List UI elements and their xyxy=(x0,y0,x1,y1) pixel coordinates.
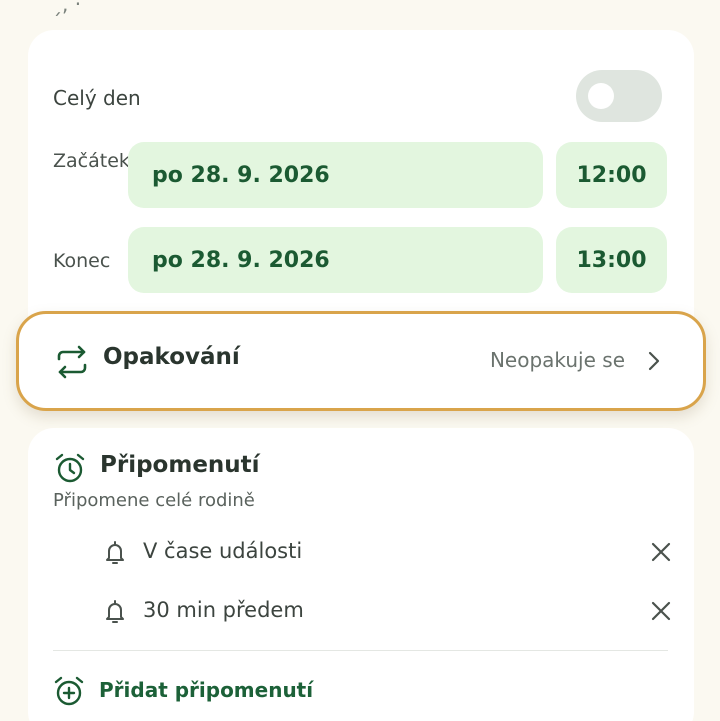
divider xyxy=(53,650,668,651)
start-date-button[interactable]: po 28. 9. 2026 xyxy=(128,142,543,208)
repeat-icon xyxy=(57,345,87,379)
end-date-button[interactable]: po 28. 9. 2026 xyxy=(128,227,543,293)
bell-icon xyxy=(106,600,124,623)
alarm-clock-icon xyxy=(55,453,85,483)
start-label: Začátek xyxy=(53,150,130,172)
bell-icon xyxy=(106,541,124,564)
all-day-label: Celý den xyxy=(53,86,141,110)
reminder-label: V čase události xyxy=(143,539,303,563)
all-day-toggle[interactable] xyxy=(576,70,662,122)
end-label: Konec xyxy=(53,250,111,272)
reminder-label: 30 min předem xyxy=(143,598,304,622)
repeat-title: Opakování xyxy=(103,344,240,370)
alarm-add-icon[interactable] xyxy=(54,675,84,707)
repeat-value: Neopakuje se xyxy=(489,348,625,372)
repeat-row[interactable]: Opakování Neopakuje se xyxy=(16,311,706,411)
toggle-knob xyxy=(588,83,614,109)
chevron-right-icon xyxy=(648,351,660,371)
reminder-item: 30 min předem xyxy=(0,591,720,631)
start-time-button[interactable]: 12:00 xyxy=(556,142,667,208)
reminders-subtitle: Připomene celé rodině xyxy=(53,490,255,511)
end-time-button[interactable]: 13:00 xyxy=(556,227,667,293)
reminders-title: Připomenutí xyxy=(100,452,260,478)
close-icon[interactable] xyxy=(650,541,672,563)
add-reminder-button[interactable]: Přidat připomenutí xyxy=(99,678,313,702)
close-icon[interactable] xyxy=(650,600,672,622)
reminder-item: V čase události xyxy=(0,532,720,572)
partial-header-text: ˏ, · xyxy=(52,0,82,16)
